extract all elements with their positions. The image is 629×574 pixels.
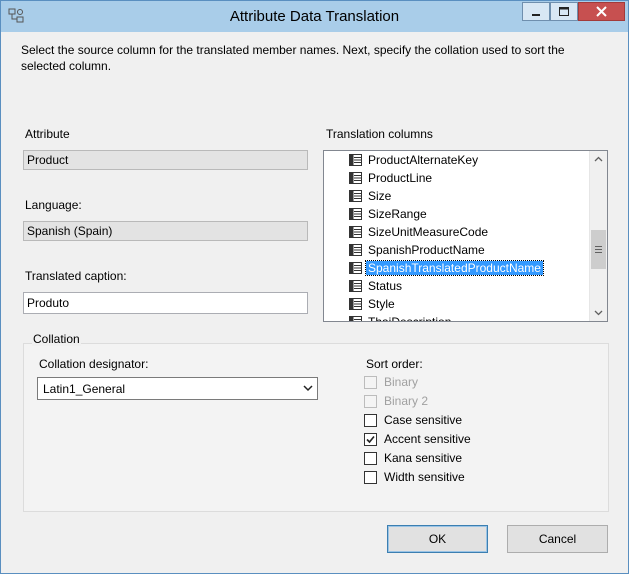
chevron-down-icon [594,310,603,316]
collation-designator-value: Latin1_General [43,382,126,396]
minimize-icon [532,14,540,16]
collation-group-title: Collation [32,332,81,346]
maximize-button[interactable] [550,2,578,21]
attribute-field: Product [23,150,308,170]
translated-caption-input[interactable]: Produto [23,292,308,314]
chevron-up-icon [594,156,603,162]
sort-order-label: Sort order: [366,357,423,371]
list-item[interactable]: SpanishTranslatedProductName [349,259,544,277]
column-icon [349,298,362,310]
list-item[interactable]: SpanishProductName [349,241,485,259]
cancel-button[interactable]: Cancel [507,525,608,553]
list-item-label: SizeRange [368,207,427,221]
checkbox-box[interactable] [364,414,377,427]
checkmark-icon [366,435,375,444]
vertical-scrollbar[interactable] [589,151,607,321]
chevron-down-icon [303,385,313,392]
ok-button[interactable]: OK [387,525,488,553]
translation-columns-list[interactable]: ProductAlternateKey ProductLine Size SizeRa… [323,150,608,322]
dialog-window: Attribute Data Translation Select the so… [0,0,629,574]
checkbox-box [364,395,377,408]
list-item[interactable]: ThaiDescription [349,313,452,322]
checkbox-label: Width sensitive [384,470,465,484]
language-label: Language: [25,198,82,212]
list-item-label: SpanishTranslatedProductName [365,260,544,276]
dialog-body: Select the source column for the transla… [8,32,621,566]
checkbox-label: Binary [384,375,419,389]
scroll-thumb[interactable] [591,230,606,269]
list-item-label: Size [368,189,392,203]
list-item[interactable]: ProductLine [349,169,433,187]
grip-icon [595,246,602,253]
collation-designator-label: Collation designator: [39,357,149,371]
list-item-label: Style [368,297,395,311]
translation-columns-label: Translation columns [326,127,433,141]
checkbox-box[interactable] [364,452,377,465]
checkbox-label: Binary 2 [384,394,429,408]
column-icon [349,316,362,321]
title-bar[interactable]: Attribute Data Translation [1,1,628,32]
list-item-label: Status [368,279,403,293]
column-icon [349,190,362,202]
minimize-button[interactable] [522,2,550,21]
scroll-up-button[interactable] [590,151,607,168]
maximize-icon [559,7,569,16]
instructions-text: Select the source column for the transla… [21,43,565,73]
close-button[interactable] [578,2,625,21]
translated-caption-label: Translated caption: [25,269,127,283]
column-icon [349,226,362,238]
checkbox-label: Kana sensitive [384,451,463,465]
scroll-down-button[interactable] [590,304,607,321]
list-item[interactable]: Size [349,187,392,205]
attribute-label: Attribute [25,127,70,141]
column-icon [349,172,362,184]
checkbox-box[interactable] [364,471,377,484]
checkbox-box [364,376,377,389]
list-item-label: SizeUnitMeasureCode [368,225,489,239]
column-icon [349,208,362,220]
checkbox-label: Accent sensitive [384,432,471,446]
column-icon [349,244,362,256]
list-item-label: ThaiDescription [368,315,452,322]
list-item-label: ProductAlternateKey [368,153,479,167]
close-icon [596,6,607,17]
language-field: Spanish (Spain) [23,221,308,241]
checkbox-box[interactable] [364,433,377,446]
list-item-label: SpanishProductName [368,243,485,257]
list-item[interactable]: SizeUnitMeasureCode [349,223,489,241]
list-item[interactable]: SizeRange [349,205,427,223]
list-item[interactable]: Status [349,277,403,295]
list-item[interactable]: Style [349,295,395,313]
list-item[interactable]: ProductAlternateKey [349,151,479,169]
column-icon [349,154,362,166]
collation-designator-select[interactable]: Latin1_General [37,377,318,400]
column-icon [349,280,362,292]
checkbox-label: Case sensitive [384,413,463,427]
column-icon [349,262,362,274]
list-item-label: ProductLine [368,171,433,185]
